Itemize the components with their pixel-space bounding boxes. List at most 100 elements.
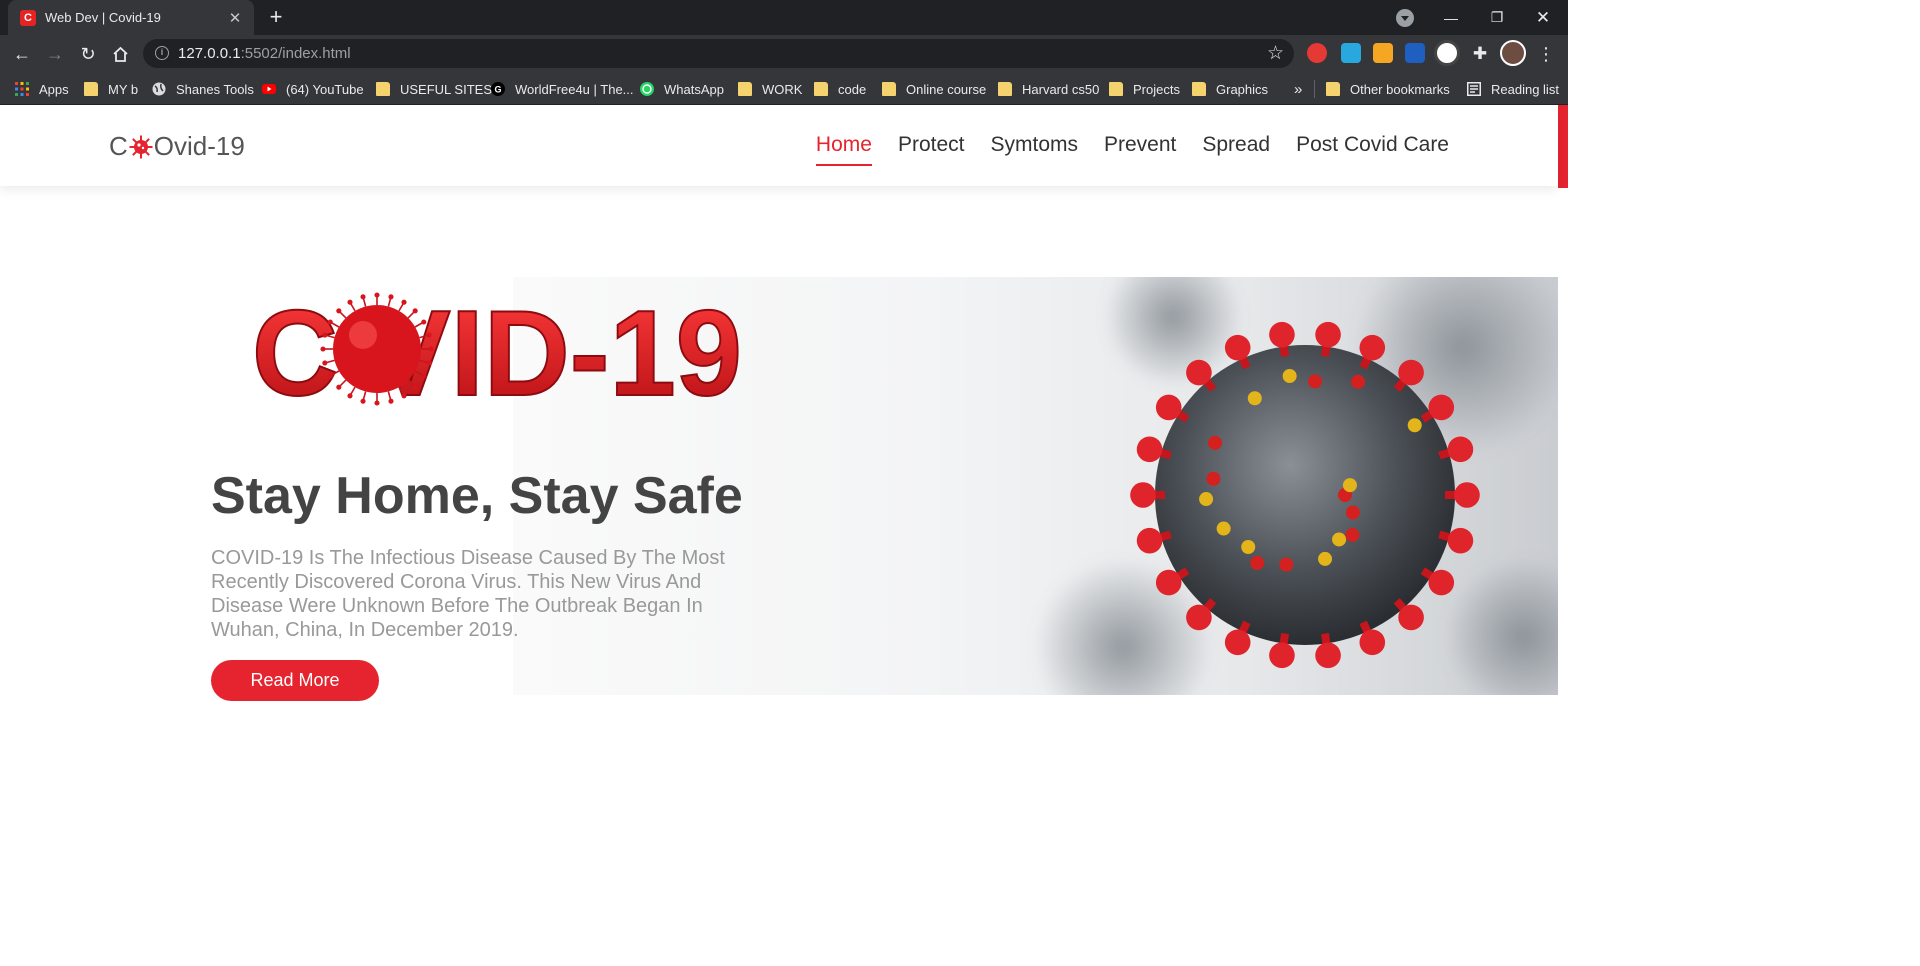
bookmark-youtube[interactable]: (64) YouTube [262, 80, 364, 98]
bookmark-label: WhatsApp [664, 81, 724, 97]
coronavirus-o-icon [320, 292, 434, 406]
tab-strip: C Web Dev | Covid-19 ✕ + — ❐ ✕ [0, 0, 1568, 35]
address-bar[interactable]: i 127.0.0.1:5502/index.html ☆ [143, 39, 1294, 68]
reading-list-label: Reading list [1491, 81, 1559, 97]
bookmark-label: Other bookmarks [1350, 81, 1450, 97]
bookmark-folder-graphics[interactable]: Graphics [1192, 80, 1268, 98]
browser-toolbar: ← → ↻ i 127.0.0.1:5502/index.html ☆ ✚ ⋮ [0, 35, 1568, 72]
nav-symtoms[interactable]: Symtoms [990, 133, 1078, 166]
folder-icon [1109, 82, 1123, 96]
logo-text-prefix: C [109, 131, 128, 161]
bookmark-label: WORK [762, 81, 803, 97]
bookmark-label: WorldFree4u | The... [515, 81, 634, 97]
nav-spread[interactable]: Spread [1202, 133, 1270, 166]
bookmark-label: Graphics [1216, 81, 1269, 97]
bookmark-folder-work[interactable]: WORK [738, 80, 802, 98]
bookmark-apps[interactable]: Apps [15, 80, 69, 98]
hero-title: Stay Home, Stay Safe [211, 467, 743, 525]
folder-icon [1192, 82, 1206, 96]
folder-icon [376, 82, 390, 96]
forward-button[interactable]: → [42, 41, 68, 67]
bookmark-folder-harvard-cs50[interactable]: Harvard cs50 [998, 80, 1099, 98]
site-favicon-icon: C [20, 9, 36, 26]
bookmark-label: Shanes Tools [176, 81, 254, 97]
site-logo[interactable]: C Ovid-19 [109, 131, 245, 162]
hero-description: COVID-19 Is The Infectious Disease Cause… [211, 547, 725, 641]
home-icon [112, 46, 128, 62]
virus-logo-icon [129, 135, 153, 158]
folder-icon [84, 82, 98, 96]
minimize-button[interactable]: — [1428, 0, 1474, 35]
bookmarks-overflow-button[interactable]: » [1294, 80, 1302, 98]
nav-home[interactable]: Home [815, 133, 872, 166]
site-info-icon[interactable]: i [155, 46, 169, 60]
main-nav: Home Protect Symtoms Prevent Spread Post… [790, 133, 1449, 166]
covid19-logo-text: C VID-19 [252, 285, 742, 410]
tab-search-icon[interactable] [1396, 9, 1414, 27]
g-site-icon: G [491, 82, 505, 96]
bookmark-label: Projects [1133, 81, 1180, 97]
extensions-puzzle-icon[interactable]: ✚ [1467, 41, 1493, 67]
extension-hex-icon[interactable] [1373, 43, 1393, 63]
bookmark-folder-projects[interactable]: Projects [1109, 80, 1180, 98]
tab-title: Web Dev | Covid-19 [45, 10, 161, 25]
folder-icon [1326, 82, 1340, 96]
reload-button[interactable]: ↻ [75, 41, 101, 67]
restore-button[interactable]: ❐ [1474, 0, 1520, 35]
url-path: :5502/index.html [240, 45, 351, 62]
bookmark-shanes-tools[interactable]: Shanes Tools [152, 80, 254, 98]
folder-icon [998, 82, 1012, 96]
reading-list-button[interactable]: Reading list [1467, 80, 1559, 98]
extension-css-icon[interactable] [1434, 40, 1460, 66]
bookmarks-divider [1314, 80, 1315, 98]
bookmark-folder-my-b[interactable]: MY b [84, 80, 138, 98]
bookmark-worldfree4u[interactable]: G WorldFree4u | The... [491, 80, 634, 98]
web-page: C Ovid-19 Home Protect Symtoms Prevent S… [0, 105, 1568, 789]
site-header: C Ovid-19 Home Protect Symtoms Prevent S… [0, 105, 1558, 186]
whatsapp-icon [640, 82, 654, 96]
profile-avatar[interactable] [1500, 40, 1526, 66]
reading-list-icon [1467, 82, 1481, 96]
bookmark-label: Online course [906, 81, 987, 97]
folder-icon [814, 82, 828, 96]
bookmark-label: (64) YouTube [286, 81, 364, 97]
bookmark-other-bookmarks[interactable]: Other bookmarks [1326, 80, 1450, 98]
home-button[interactable] [107, 41, 133, 67]
bookmark-folder-code[interactable]: code [814, 80, 866, 98]
extension-dictionary-icon[interactable] [1405, 43, 1425, 63]
nav-protect[interactable]: Protect [898, 133, 965, 166]
page-scrollbar[interactable] [1558, 105, 1568, 789]
bookmark-folder-online-course[interactable]: Online course [882, 80, 986, 98]
url-text[interactable]: 127.0.0.1:5502/index.html [178, 45, 351, 62]
youtube-icon [262, 84, 276, 94]
read-more-button[interactable]: Read More [211, 660, 379, 701]
extension-screencast-icon[interactable] [1341, 43, 1361, 63]
menu-kebab-icon[interactable]: ⋮ [1533, 41, 1559, 67]
nav-prevent[interactable]: Prevent [1104, 133, 1176, 166]
bookmark-label: code [838, 81, 867, 97]
bookmarks-bar: Apps MY b Shanes Tools (64) YouTube USEF… [0, 72, 1568, 105]
folder-icon [882, 82, 896, 96]
folder-icon [738, 82, 752, 96]
bookmark-label: Apps [39, 81, 69, 97]
back-button[interactable]: ← [9, 41, 35, 67]
bookmark-label: USEFUL SITES [400, 81, 492, 97]
apps-grid-icon [15, 82, 29, 96]
bookmark-label: MY b [108, 81, 139, 97]
browser-tab[interactable]: C Web Dev | Covid-19 ✕ [8, 0, 254, 35]
bookmark-folder-useful-sites[interactable]: USEFUL SITES [376, 80, 492, 98]
covid19-hero-logo: C VID-19 [251, 285, 743, 410]
extension-stop-icon[interactable] [1307, 43, 1327, 63]
globe-icon [152, 82, 166, 96]
bookmark-label: Harvard cs50 [1022, 81, 1100, 97]
bookmark-whatsapp[interactable]: WhatsApp [640, 80, 724, 98]
url-host: 127.0.0.1 [178, 45, 241, 62]
bookmark-star-icon[interactable]: ☆ [1267, 42, 1284, 65]
scrollbar-thumb[interactable] [1558, 105, 1568, 188]
tab-close-icon[interactable]: ✕ [226, 9, 244, 27]
svg-text:G: G [494, 85, 501, 95]
logo-text-suffix: Ovid-19 [153, 131, 245, 161]
nav-post-covid-care[interactable]: Post Covid Care [1296, 133, 1449, 166]
new-tab-button[interactable]: + [264, 5, 288, 29]
close-window-button[interactable]: ✕ [1520, 0, 1566, 35]
